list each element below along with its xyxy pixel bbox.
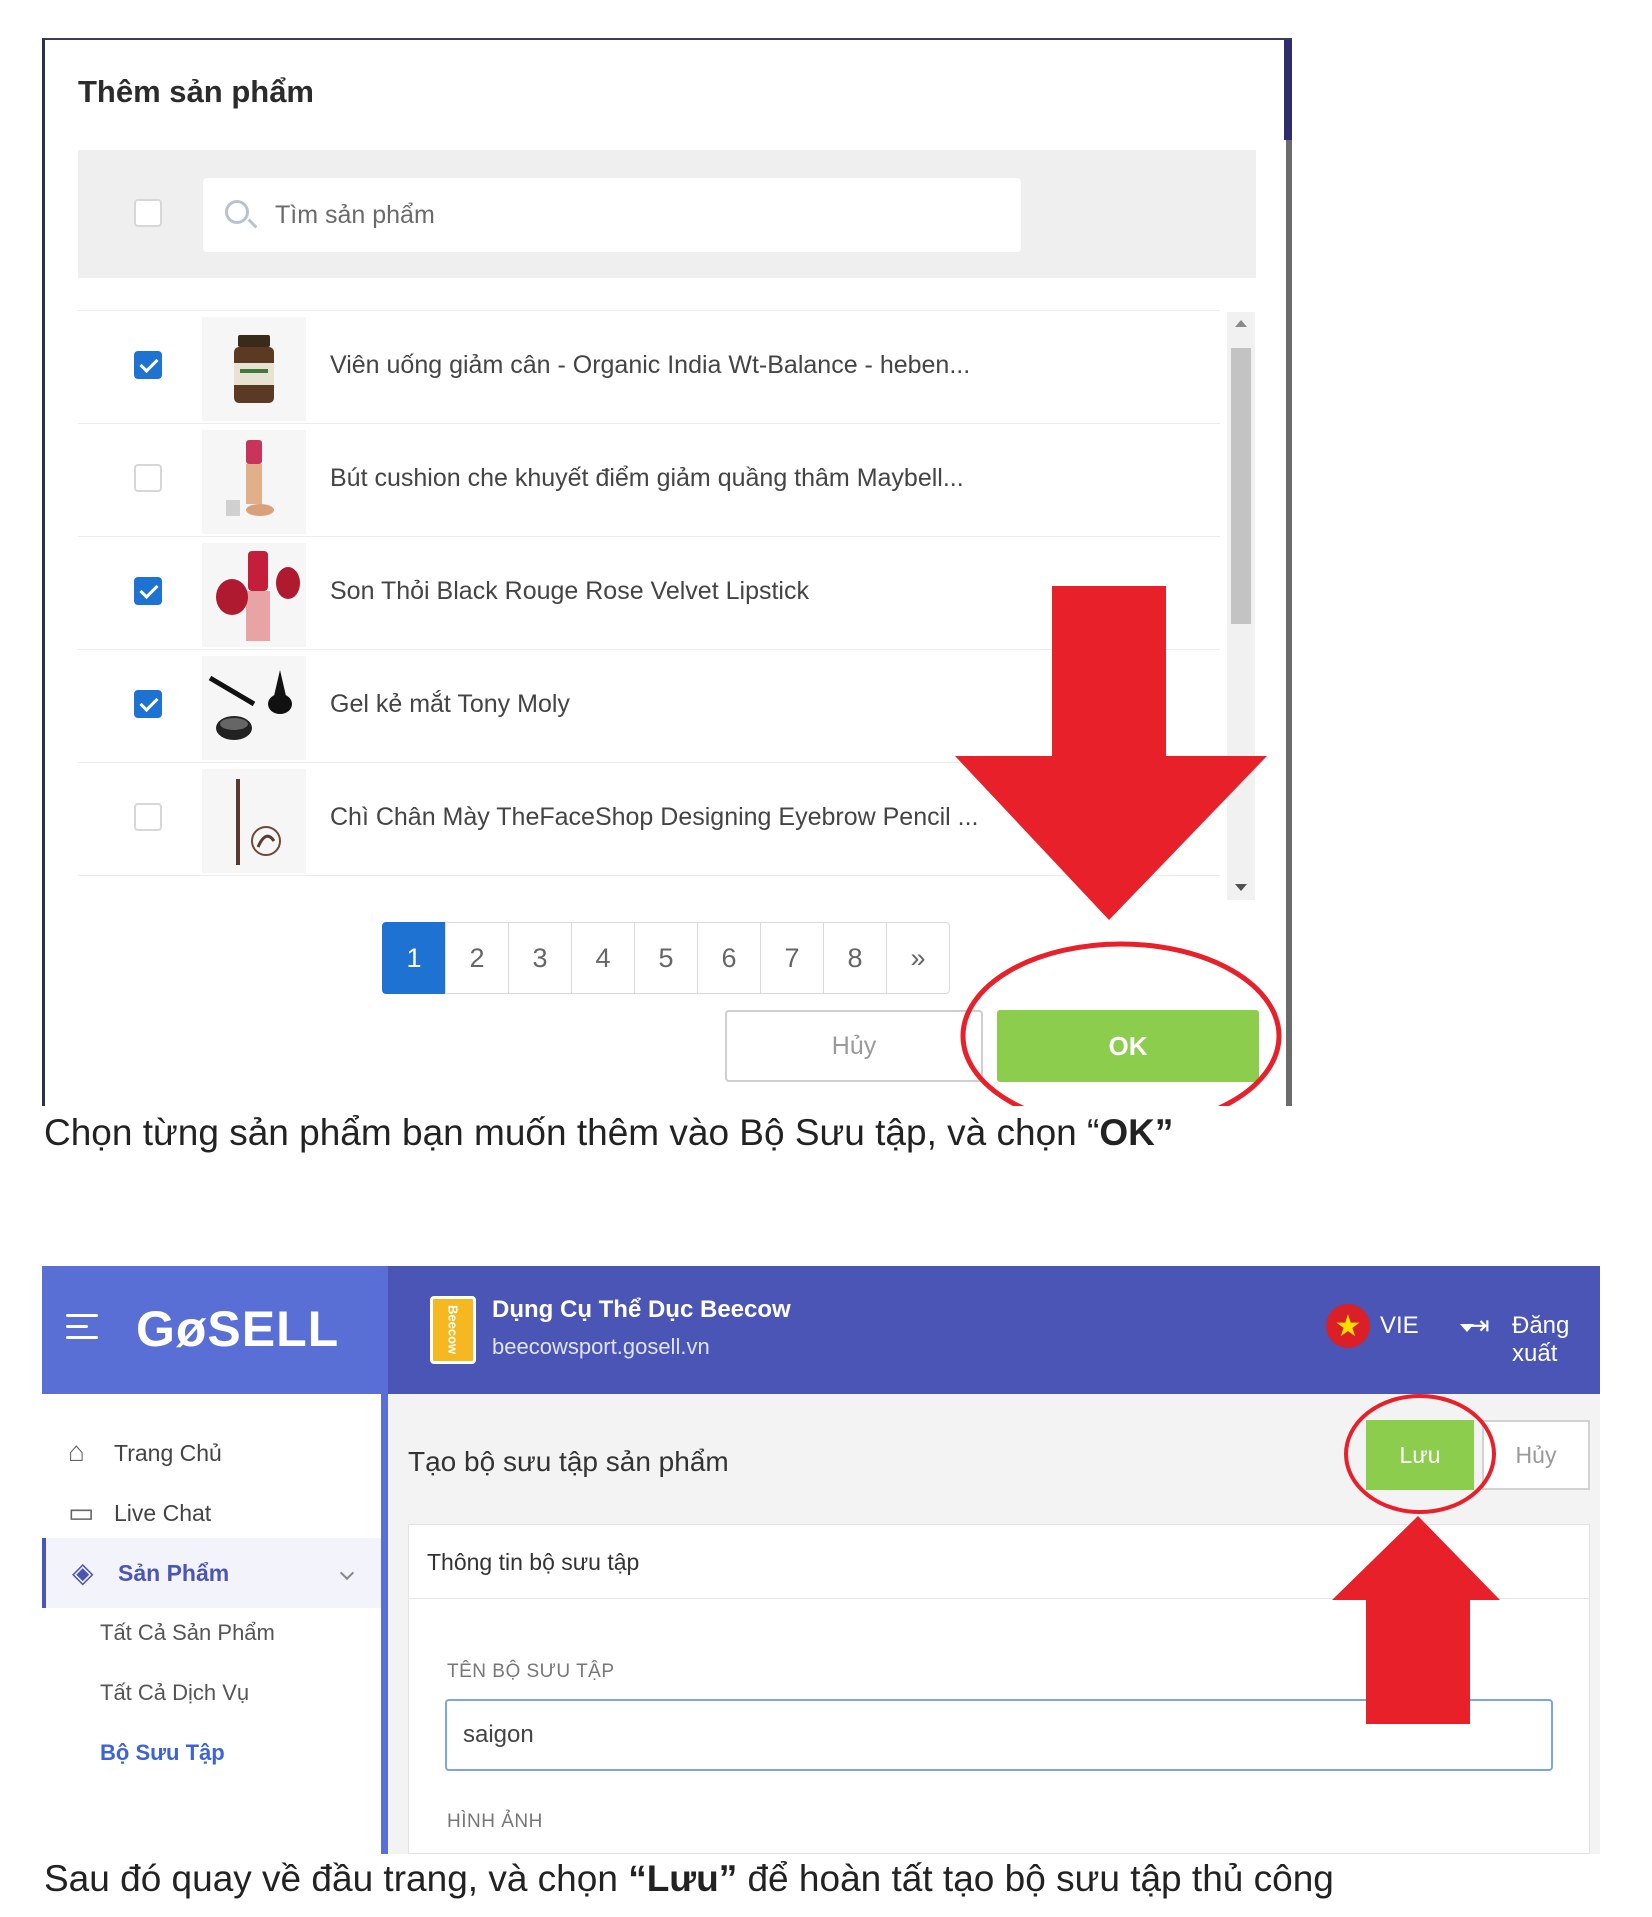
product-name: Gel kẻ mắt Tony Moly xyxy=(330,690,570,718)
product-checkbox[interactable] xyxy=(134,803,162,831)
product-name: Chì Chân Mày TheFaceShop Designing Eyebr… xyxy=(330,803,979,831)
caption-quote: ” xyxy=(1154,1112,1174,1153)
eyeliner-gel-icon xyxy=(208,670,292,740)
sidebar-item-label: Live Chat xyxy=(114,1500,212,1526)
scroll-thumb[interactable] xyxy=(1231,348,1251,624)
caption-step-1: Chọn từng sản phẩm bạn muốn thêm vào Bộ … xyxy=(44,1112,1173,1154)
caption-bold: “Lưu” xyxy=(628,1858,738,1899)
sidebar-subitem-all-products[interactable]: Tất Cả Sản Phẩm xyxy=(100,1620,275,1646)
product-thumbnail xyxy=(202,656,306,760)
lipstick-icon xyxy=(216,551,300,641)
pagination: 1 2 3 4 5 6 7 8 » xyxy=(382,922,950,994)
panel-header: Thông tin bộ sưu tập xyxy=(409,1525,1589,1599)
product-name: Son Thỏi Black Rouge Rose Velvet Lipstic… xyxy=(330,577,809,605)
logout-link[interactable]: Đăng xuất xyxy=(1512,1312,1600,1368)
supplement-jar-icon xyxy=(234,335,274,403)
sidebar-item-label: Trang Chủ xyxy=(114,1440,222,1466)
backdrop-edge xyxy=(1284,40,1292,140)
store-logo: Beecow xyxy=(430,1296,476,1364)
search-box[interactable] xyxy=(203,178,1021,252)
sidebar: ⌂ Trang Chủ ▭ Live Chat ◈ Sản Phẩm Tất C… xyxy=(42,1394,388,1854)
page-button[interactable]: 8 xyxy=(823,922,887,994)
collection-info-panel: Thông tin bộ sưu tập TÊN BỘ SƯU TẬP HÌNH… xyxy=(408,1524,1590,1854)
page-button[interactable]: 7 xyxy=(760,922,824,994)
product-checkbox[interactable] xyxy=(134,464,162,492)
home-icon: ⌂ xyxy=(68,1436,85,1467)
select-all-checkbox[interactable] xyxy=(134,199,162,227)
product-name: Bút cushion che khuyết điểm giảm quầng t… xyxy=(330,464,964,492)
page-button[interactable]: 6 xyxy=(697,922,761,994)
product-checkbox[interactable] xyxy=(134,351,162,379)
cancel-button[interactable]: Hủy xyxy=(725,1010,983,1082)
caption-text: Chọn từng sản phẩm bạn muốn thêm vào Bộ … xyxy=(44,1112,1088,1153)
add-product-modal: Thêm sản phẩm Viên uống giảm cân - Organ… xyxy=(42,38,1292,1106)
collection-name-label: TÊN BỘ SƯU TẬP xyxy=(447,1661,615,1682)
page-button[interactable]: 5 xyxy=(634,922,698,994)
logout-icon[interactable]: ⇥ xyxy=(1468,1310,1490,1341)
cancel-button[interactable]: Hủy xyxy=(1482,1420,1590,1490)
store-url[interactable]: beecowsport.gosell.vn xyxy=(492,1334,710,1360)
tag-icon: ◈ xyxy=(72,1557,94,1588)
gosell-admin: GøSELL Beecow Dụng Cụ Thể Dục Beecow bee… xyxy=(42,1266,1600,1854)
scroll-up-icon[interactable] xyxy=(1235,320,1247,327)
product-thumbnail xyxy=(202,317,306,421)
caption-text: Sau đó quay về đầu trang, và chọn xyxy=(44,1858,629,1899)
main-content: Tạo bộ sưu tập sản phẩm Lưu Hủy Thông ti… xyxy=(388,1394,1600,1854)
ok-button[interactable]: OK xyxy=(997,1010,1259,1082)
product-checkbox[interactable] xyxy=(134,577,162,605)
product-checkbox[interactable] xyxy=(134,690,162,718)
product-list: Viên uống giảm cân - Organic India Wt-Ba… xyxy=(78,310,1220,898)
page-button[interactable]: 4 xyxy=(571,922,635,994)
eyebrow-pencil-icon xyxy=(236,779,281,865)
cushion-pen-icon xyxy=(226,440,274,516)
modal-title: Thêm sản phẩm xyxy=(78,74,314,109)
list-scrollbar[interactable] xyxy=(1227,312,1255,900)
product-thumbnail xyxy=(202,543,306,647)
list-item[interactable]: Bút cushion che khuyết điểm giảm quầng t… xyxy=(78,423,1220,536)
caption-step-2: Sau đó quay về đầu trang, và chọn “Lưu” … xyxy=(44,1858,1334,1900)
search-icon xyxy=(225,200,249,224)
language-selector[interactable]: VIE xyxy=(1380,1312,1419,1340)
sidebar-header: GøSELL xyxy=(42,1266,388,1394)
save-button[interactable]: Lưu xyxy=(1366,1420,1474,1490)
sidebar-item-products[interactable]: ◈ Sản Phẩm xyxy=(42,1538,381,1608)
list-item[interactable]: Gel kẻ mắt Tony Moly xyxy=(78,649,1220,762)
store-name: Dụng Cụ Thể Dục Beecow xyxy=(492,1296,791,1323)
gosell-logo: GøSELL xyxy=(136,1301,340,1357)
caption-bold: OK xyxy=(1099,1112,1155,1153)
list-item[interactable]: Son Thỏi Black Rouge Rose Velvet Lipstic… xyxy=(78,536,1220,649)
collection-name-input[interactable] xyxy=(445,1699,1553,1771)
sidebar-subitem-all-services[interactable]: Tất Cả Dịch Vụ xyxy=(100,1680,249,1706)
chevron-down-icon xyxy=(339,1565,355,1581)
caption-text: để hoàn tất tạo bộ sưu tập thủ công xyxy=(737,1858,1334,1899)
list-item[interactable]: Viên uống giảm cân - Organic India Wt-Ba… xyxy=(78,310,1220,423)
image-label: HÌNH ẢNH xyxy=(447,1811,543,1832)
page-button[interactable]: 2 xyxy=(445,922,509,994)
sidebar-item-label: Sản Phẩm xyxy=(118,1560,230,1586)
menu-icon[interactable] xyxy=(66,1314,98,1340)
list-item xyxy=(78,875,1220,898)
page-title: Tạo bộ sưu tập sản phẩm xyxy=(408,1446,729,1477)
search-bar xyxy=(78,150,1256,278)
product-thumbnail xyxy=(202,430,306,534)
list-item[interactable]: Chì Chân Mày TheFaceShop Designing Eyebr… xyxy=(78,762,1220,875)
panel-title: Thông tin bộ sưu tập xyxy=(427,1549,640,1575)
page-button[interactable]: 3 xyxy=(508,922,572,994)
top-bar: Beecow Dụng Cụ Thể Dục Beecow beecowspor… xyxy=(388,1266,1600,1394)
next-page-button[interactable]: » xyxy=(886,922,950,994)
sidebar-subitem-collections[interactable]: Bộ Sưu Tập xyxy=(100,1740,225,1766)
scroll-down-icon[interactable] xyxy=(1235,884,1247,891)
product-thumbnail xyxy=(202,769,306,873)
product-name: Viên uống giảm cân - Organic India Wt-Ba… xyxy=(330,351,971,379)
search-input[interactable] xyxy=(273,196,973,234)
page-button[interactable]: 1 xyxy=(382,922,446,994)
caption-quote: “ xyxy=(1087,1112,1100,1153)
chat-icon: ▭ xyxy=(68,1497,95,1528)
backdrop-edge-lower xyxy=(1286,140,1292,1106)
vietnam-flag-icon: ★ xyxy=(1326,1304,1370,1348)
